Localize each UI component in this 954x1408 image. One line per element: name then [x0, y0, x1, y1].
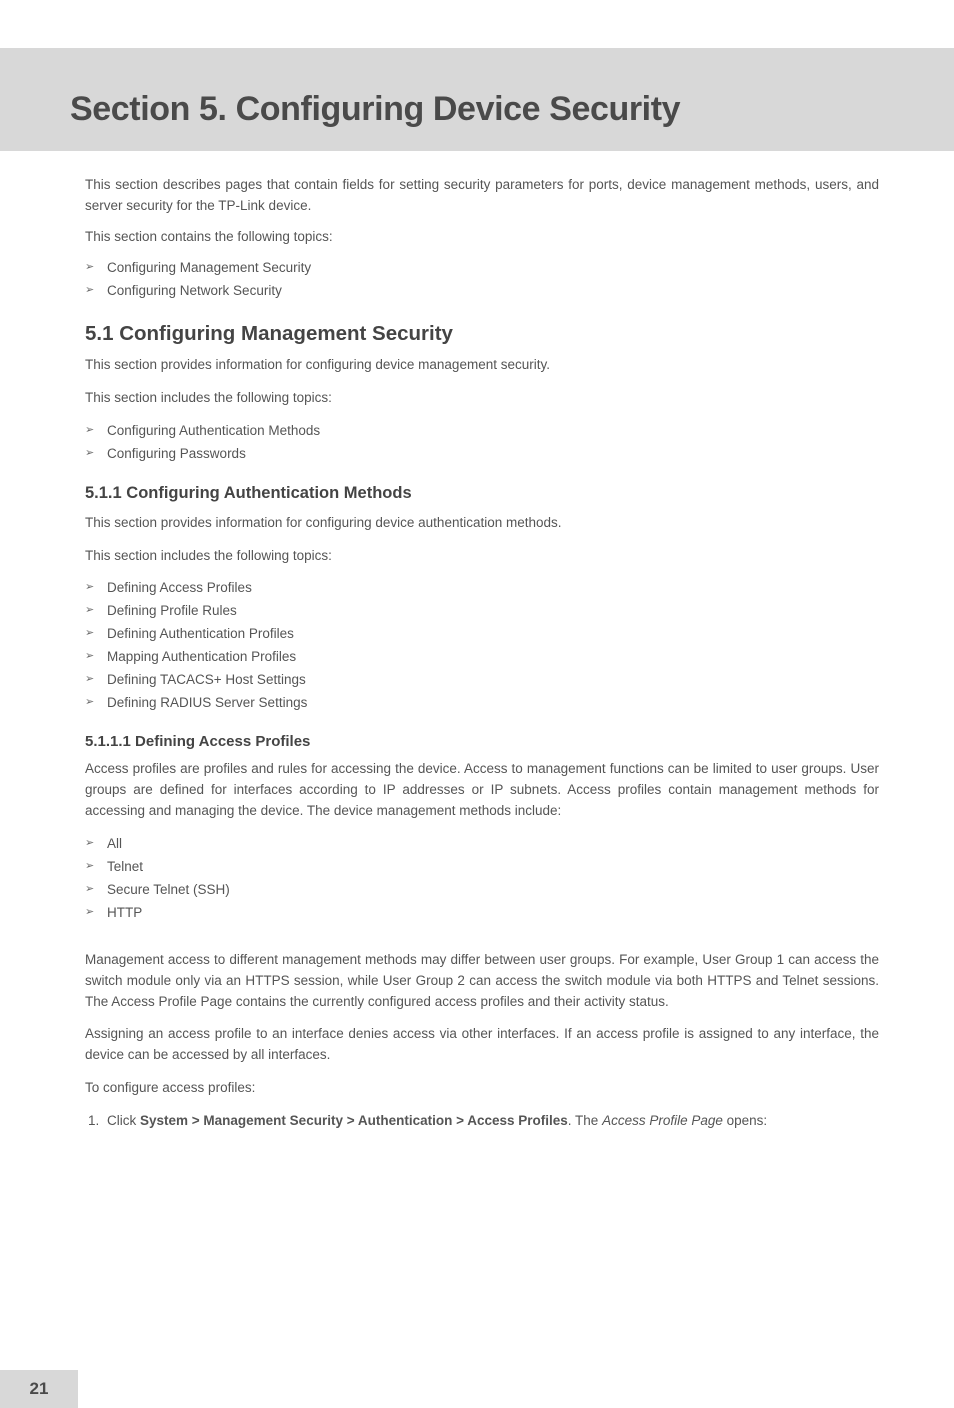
method-list-5-1-1-1: All Telnet Secure Telnet (SSH) HTTP	[85, 834, 879, 924]
list-item: Configuring Network Security	[85, 281, 879, 302]
list-item: Defining Access Profiles	[85, 578, 879, 599]
topic-list-5-1-1: Defining Access Profiles Defining Profil…	[85, 578, 879, 714]
paragraph-5-1-1-b: This section includes the following topi…	[85, 546, 879, 567]
step-1: Click System > Management Security > Aut…	[103, 1111, 879, 1132]
step-text: Click	[107, 1113, 140, 1128]
paragraph-5-1-1-1-c: Assigning an access profile to an interf…	[85, 1024, 879, 1066]
breadcrumb-path: System > Management Security > Authentic…	[140, 1113, 568, 1128]
page-number: 21	[30, 1379, 49, 1399]
intro-paragraph-1: This section describes pages that contai…	[85, 175, 879, 217]
intro-topic-list: Configuring Management Security Configur…	[85, 258, 879, 302]
list-item: Defining Authentication Profiles	[85, 624, 879, 645]
paragraph-5-1-a: This section provides information for co…	[85, 355, 879, 376]
intro-block: This section describes pages that contai…	[85, 175, 879, 302]
heading-5-1-1: 5.1.1 Configuring Authentication Methods	[85, 481, 879, 507]
list-item: Defining TACACS+ Host Settings	[85, 670, 879, 691]
paragraph-5-1-1-1-d: To configure access profiles:	[85, 1078, 879, 1099]
list-item: Telnet	[85, 857, 879, 878]
heading-5-1: 5.1 Configuring Management Security	[85, 318, 879, 350]
paragraph-5-1-1-1-b: Management access to different managemen…	[85, 950, 879, 1013]
list-item: Configuring Authentication Methods	[85, 421, 879, 442]
page-name-italic: Access Profile Page	[602, 1113, 723, 1128]
list-item: HTTP	[85, 903, 879, 924]
list-item: All	[85, 834, 879, 855]
section-header-band: Section 5. Configuring Device Security	[0, 48, 954, 151]
section-title: Section 5. Configuring Device Security	[70, 90, 884, 129]
list-item: Secure Telnet (SSH)	[85, 880, 879, 901]
list-item: Configuring Management Security	[85, 258, 879, 279]
list-item: Configuring Passwords	[85, 444, 879, 465]
step-text: opens:	[723, 1113, 767, 1128]
paragraph-5-1-1-1-a: Access profiles are profiles and rules f…	[85, 759, 879, 822]
paragraph-5-1-b: This section includes the following topi…	[85, 388, 879, 409]
topic-list-5-1: Configuring Authentication Methods Confi…	[85, 421, 879, 465]
intro-paragraph-2: This section contains the following topi…	[85, 227, 879, 248]
list-item: Mapping Authentication Profiles	[85, 647, 879, 668]
heading-5-1-1-1: 5.1.1.1 Defining Access Profiles	[85, 730, 879, 753]
page-number-footer: 21	[0, 1370, 78, 1408]
paragraph-5-1-1-a: This section provides information for co…	[85, 513, 879, 534]
list-item: Defining Profile Rules	[85, 601, 879, 622]
configure-steps: Click System > Management Security > Aut…	[103, 1111, 879, 1132]
list-item: Defining RADIUS Server Settings	[85, 693, 879, 714]
step-text: . The	[568, 1113, 602, 1128]
